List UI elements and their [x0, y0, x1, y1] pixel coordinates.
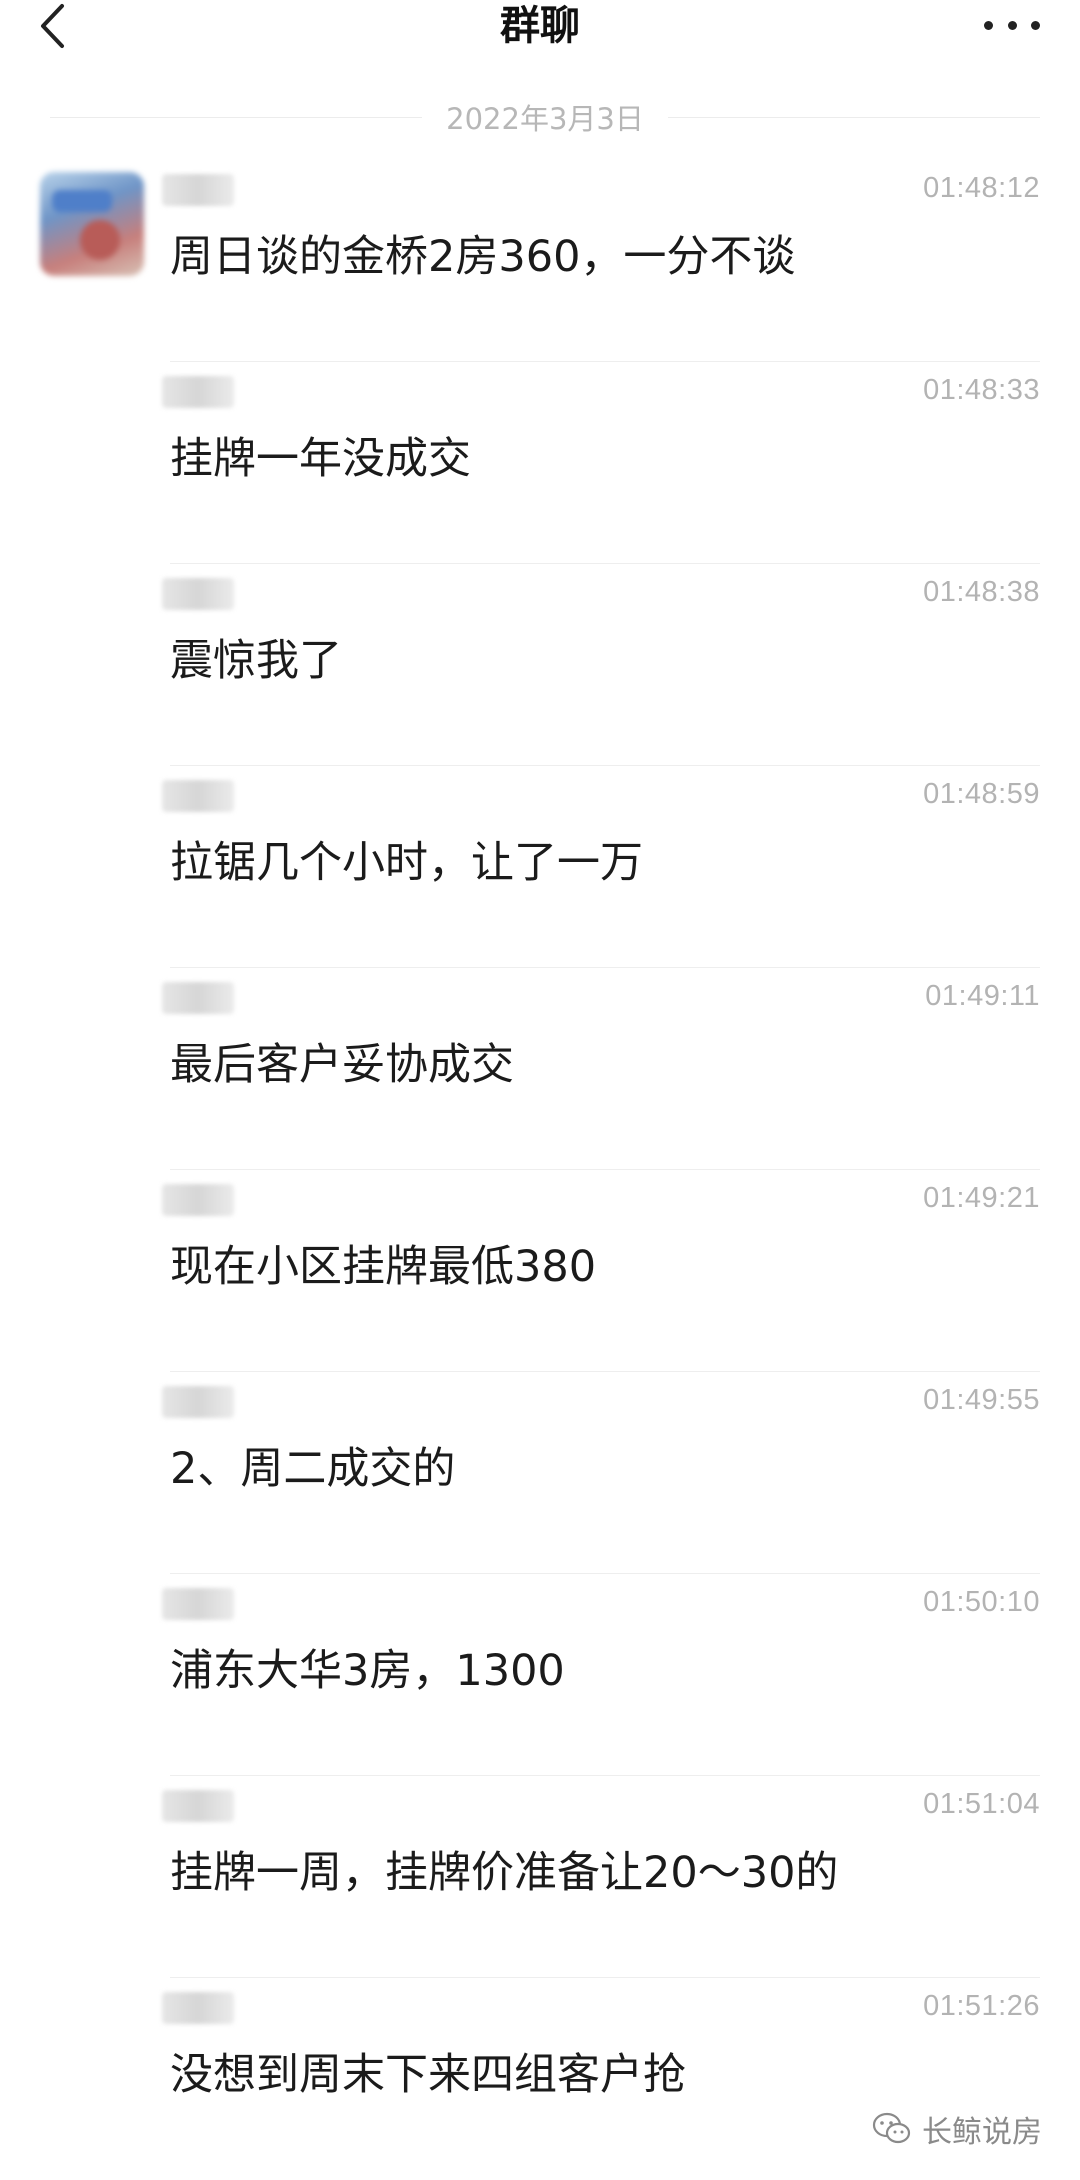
sender-name-blurred	[162, 174, 234, 206]
message-time: 01:48:12	[923, 172, 1040, 204]
sender-name-blurred	[162, 1184, 234, 1216]
message-time: 01:49:55	[923, 1384, 1040, 1416]
message-time: 01:50:10	[923, 1586, 1040, 1618]
sender-name-blurred	[162, 982, 234, 1014]
sender-name-blurred	[162, 1386, 234, 1418]
message-text: 挂牌一周，挂牌价准备让20～30的	[170, 1848, 839, 1898]
message-item[interactable]: 01:48:38 震惊我了	[160, 564, 1040, 766]
message-item[interactable]: 01:51:04 挂牌一周，挂牌价准备让20～30的	[160, 1776, 1040, 1978]
message-time: 01:51:04	[923, 1788, 1040, 1820]
divider-line	[667, 116, 1040, 118]
sender-name-blurred	[162, 780, 234, 812]
message-text: 没想到周末下来四组客户抢	[170, 2050, 686, 2100]
sender-name-blurred	[162, 1588, 234, 1620]
message-text: 现在小区挂牌最低380	[170, 1242, 597, 1292]
message-item[interactable]: 01:49:55 2、周二成交的	[160, 1372, 1040, 1574]
message-text: 周日谈的金桥2房360，一分不谈	[170, 232, 796, 282]
message-item[interactable]: 01:49:21 现在小区挂牌最低380	[160, 1170, 1040, 1372]
watermark-text: 长鲸说房	[922, 2115, 1042, 2150]
message-time: 01:51:26	[923, 1990, 1040, 2022]
message-time: 01:48:59	[923, 778, 1040, 810]
message-item[interactable]: 01:48:12 周日谈的金桥2房360，一分不谈	[160, 160, 1040, 362]
watermark: 长鲸说房	[872, 2109, 1042, 2150]
sender-name-blurred	[162, 376, 234, 408]
message-text: 拉锯几个小时，让了一万	[170, 838, 643, 888]
message-item[interactable]: 01:48:33 挂牌一年没成交	[160, 362, 1040, 564]
navigation-bar: 群聊	[0, 0, 1080, 60]
page-title: 群聊	[500, 3, 580, 49]
message-time: 01:49:11	[925, 980, 1040, 1012]
more-dots-icon	[984, 20, 993, 30]
message-item[interactable]: 01:49:11 最后客户妥协成交	[160, 968, 1040, 1170]
message-text: 最后客户妥协成交	[170, 1040, 514, 1090]
message-text: 2、周二成交的	[170, 1444, 456, 1494]
message-text: 挂牌一年没成交	[170, 434, 471, 484]
message-item[interactable]: 01:51:26 没想到周末下来四组客户抢	[160, 1978, 1040, 2180]
message-text: 浦东大华3房，1300	[170, 1646, 565, 1696]
message-text: 震惊我了	[170, 636, 342, 686]
message-time: 01:48:38	[923, 576, 1040, 608]
divider-line	[50, 116, 423, 118]
message-time: 01:48:33	[923, 374, 1040, 406]
message-item[interactable]: 01:48:59 拉锯几个小时，让了一万	[160, 766, 1040, 968]
sender-name-blurred	[162, 1790, 234, 1822]
sender-name-blurred	[162, 1992, 234, 2024]
message-item[interactable]: 01:50:10 浦东大华3房，1300	[160, 1574, 1040, 1776]
avatar[interactable]	[40, 172, 144, 276]
date-divider: 2022年3月3日	[50, 92, 1040, 142]
more-options-button[interactable]	[984, 10, 1040, 40]
date-label: 2022年3月3日	[446, 102, 644, 136]
wechat-icon	[872, 2112, 911, 2144]
message-time: 01:49:21	[923, 1182, 1040, 1214]
sender-name-blurred	[162, 578, 234, 610]
